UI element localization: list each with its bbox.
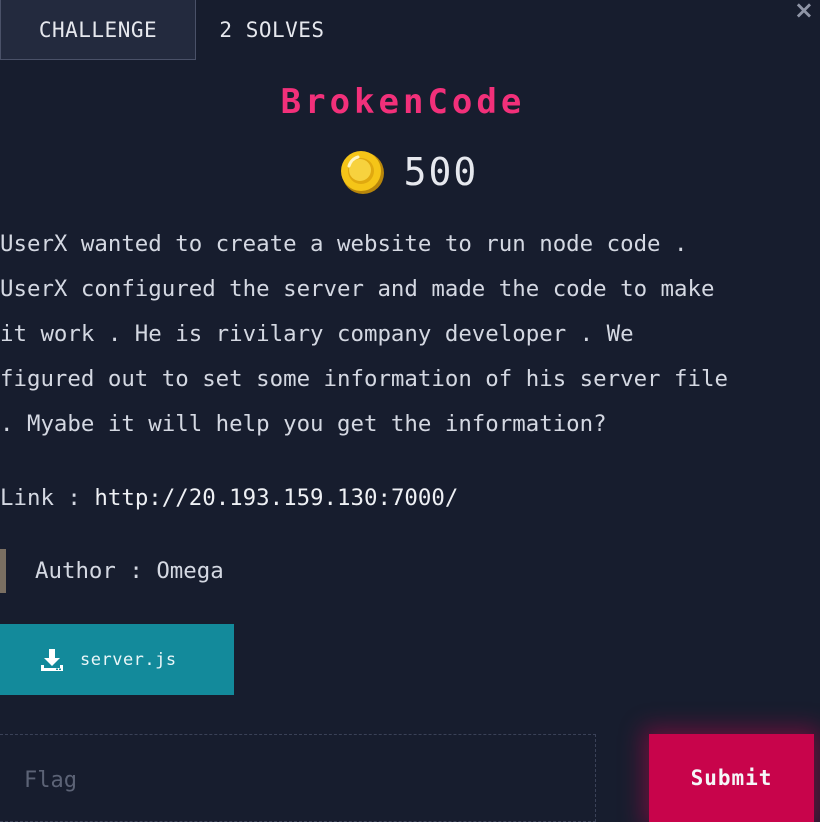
coin-icon xyxy=(340,151,384,194)
challenge-points: 500 xyxy=(403,150,479,194)
flag-input[interactable] xyxy=(0,734,596,822)
tab-challenge[interactable]: CHALLENGE xyxy=(0,0,196,60)
challenge-modal: CHALLENGE 2 SOLVES × BrokenCode 500 User… xyxy=(0,0,820,822)
description-line: . Myabe it will help you get the informa… xyxy=(0,411,607,437)
description-line: it work . He is rivilary company develop… xyxy=(0,321,634,347)
tab-solves[interactable]: 2 SOLVES xyxy=(196,0,348,60)
author-text: Author : Omega xyxy=(35,558,224,584)
points-row: 500 xyxy=(0,148,816,196)
file-name: server.js xyxy=(80,649,177,670)
description-line: UserX configured the server and made the… xyxy=(0,276,715,302)
tab-bar: CHALLENGE 2 SOLVES xyxy=(0,0,348,60)
submit-button[interactable]: Submit xyxy=(649,734,814,822)
challenge-link[interactable]: http://20.193.159.130:7000/ xyxy=(94,485,458,511)
download-file-button[interactable]: server.js xyxy=(0,624,234,695)
challenge-title: BrokenCode xyxy=(280,82,526,122)
link-label: Link : xyxy=(0,485,95,511)
author-block: Author : Omega xyxy=(0,549,224,593)
download-icon xyxy=(41,648,63,671)
close-icon[interactable]: × xyxy=(794,0,814,24)
challenge-description: UserX wanted to create a website to run … xyxy=(0,222,816,447)
description-line: figured out to set some information of h… xyxy=(0,366,728,392)
challenge-link-line: Link : http://20.193.159.130:7000/ xyxy=(0,478,458,518)
description-line: UserX wanted to create a website to run … xyxy=(0,231,688,257)
